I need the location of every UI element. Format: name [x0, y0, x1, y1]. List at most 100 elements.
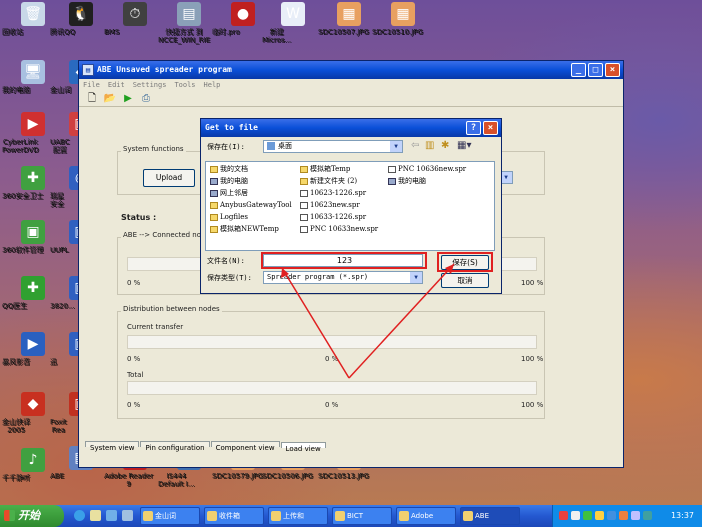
- total-pct-max: 100 %: [521, 401, 544, 409]
- tray-app-icon[interactable]: [607, 511, 616, 520]
- open-icon[interactable]: 📂: [103, 92, 117, 106]
- file-list-item[interactable]: PNC 10636new.spr: [388, 165, 466, 174]
- total-bar: [127, 381, 537, 395]
- dialog-titlebar[interactable]: Get to file ? ×: [201, 119, 501, 137]
- desktop-icon-label: SDC10507.JPG: [318, 28, 369, 36]
- print-icon[interactable]: ⎙: [139, 92, 153, 106]
- cancel-button[interactable]: 取消: [441, 273, 489, 288]
- desktop-icon[interactable]: 🐧 腾讯QQ: [50, 2, 112, 36]
- tab-pin-configuration[interactable]: Pin configuration: [140, 441, 210, 452]
- quicklaunch-ie-icon[interactable]: [74, 510, 85, 521]
- dialog-close-button[interactable]: ×: [483, 121, 498, 135]
- desktop-icon-label: 3820...: [50, 302, 75, 310]
- file-list-item[interactable]: AnybusGatewayTool: [210, 201, 292, 210]
- filetype-select[interactable]: Spreader program (*.spr) ▼: [263, 271, 423, 284]
- taskbar-button[interactable]: 金山词: [140, 507, 200, 525]
- menu-settings[interactable]: Settings: [133, 79, 167, 91]
- file-name: 模拟箱Temp: [310, 165, 351, 173]
- file-list-item[interactable]: Logfiles: [210, 213, 248, 222]
- desktop-icon-label: BMS: [104, 28, 120, 36]
- tab-system-view[interactable]: System view: [85, 441, 140, 452]
- menu-tools[interactable]: Tools: [174, 79, 195, 91]
- filetype-label: 保存类型(T):: [207, 274, 252, 282]
- file-list-item[interactable]: 新建文件夹 (2): [300, 177, 357, 186]
- taskbar-button-label: 上传和: [283, 512, 304, 520]
- file-list-item[interactable]: PNC 10633new.spr: [300, 225, 378, 234]
- taskbar-button[interactable]: BICT: [332, 507, 392, 525]
- save-in-combo[interactable]: 桌面 ▼: [263, 140, 403, 153]
- taskbar-button[interactable]: ABE: [460, 507, 520, 525]
- file-list-item[interactable]: 模拟箱Temp: [300, 165, 350, 174]
- new-folder-icon[interactable]: ✱: [441, 140, 449, 151]
- total-label: Total: [127, 371, 144, 379]
- get-to-file-dialog: Get to file ? × 保存在(I): 桌面 ▼ ⇦ ▥ ✱ ▦▾ 我的…: [200, 118, 502, 294]
- tray-update-icon[interactable]: [619, 511, 628, 520]
- desktop-shortcut-icon: ▶: [21, 332, 45, 356]
- file-list-item[interactable]: 我的文档: [210, 165, 248, 174]
- upload-button[interactable]: Upload: [143, 169, 195, 187]
- desktop-shortcut-icon: ▶: [21, 112, 45, 136]
- start-button[interactable]: 开始: [0, 505, 64, 527]
- task-app-icon: [335, 511, 345, 521]
- desktop-icon-label: QQ医生: [2, 302, 28, 310]
- tray-qq-icon[interactable]: [595, 511, 604, 520]
- folder-icon: [210, 166, 218, 173]
- desktop-icon[interactable]: W 新建 Micros...: [262, 2, 324, 44]
- file-list-item[interactable]: 10633-1226.spr: [300, 213, 366, 222]
- file-list-item[interactable]: 10623-1226.spr: [300, 189, 366, 198]
- task-app-icon: [399, 511, 409, 521]
- minimize-button[interactable]: _: [571, 63, 586, 77]
- file-icon: [388, 166, 396, 173]
- file-name: Logfiles: [220, 213, 248, 221]
- desktop-icon-label: UABC 配置: [50, 138, 70, 154]
- desktop-shortcut-icon: 🖥: [21, 60, 45, 84]
- menu-file[interactable]: File: [83, 79, 100, 91]
- quicklaunch-media-icon[interactable]: [106, 510, 117, 521]
- tray-lang-icon[interactable]: [643, 511, 652, 520]
- close-button[interactable]: ×: [605, 63, 620, 77]
- tab-load-view[interactable]: Load view: [280, 442, 326, 453]
- tray-misc-icon[interactable]: [631, 511, 640, 520]
- desktop-icon-label: 瑞星 安全: [50, 192, 64, 208]
- desktop-shortcut-icon: ▤: [177, 2, 201, 26]
- taskbar-button[interactable]: 上传和: [268, 507, 328, 525]
- desktop-icon-label: SDC10513.JPG: [318, 472, 369, 480]
- up-folder-icon[interactable]: ▥: [425, 140, 434, 151]
- file-list-item[interactable]: 网上邻居: [210, 189, 248, 198]
- quicklaunch-desktop-icon[interactable]: [90, 510, 101, 521]
- file-list: 我的文档我的电脑网上邻居 AnybusGatewayTool Logfiles 模拟箱…: [205, 161, 495, 251]
- desktop-icon[interactable]: ▦ SDC10507.JPG: [318, 2, 380, 36]
- current-pct-mid: 0 %: [325, 355, 339, 363]
- file-list-item[interactable]: 10623new.spr: [300, 201, 360, 210]
- window-titlebar[interactable]: ▤ ABE Unsaved spreader program _ □ ×: [79, 61, 623, 79]
- file-list-item[interactable]: 我的电脑: [210, 177, 248, 186]
- help-button[interactable]: ?: [466, 121, 481, 135]
- desktop-icon[interactable]: ⏱ BMS: [104, 2, 166, 36]
- file-list-item[interactable]: 我的电脑: [388, 177, 426, 186]
- run-icon[interactable]: ▶: [121, 92, 135, 106]
- back-icon[interactable]: ⇦: [411, 140, 419, 151]
- menu-help[interactable]: Help: [204, 79, 221, 91]
- file-icon: [300, 226, 308, 233]
- tray-volume-icon[interactable]: [571, 511, 580, 520]
- menu-edit[interactable]: Edit: [108, 79, 125, 91]
- desktop-icon[interactable]: ▦ SDC10510.JPG: [372, 2, 434, 36]
- computer-icon: [388, 178, 396, 185]
- desktop-folder-icon: [267, 142, 275, 150]
- maximize-button[interactable]: □: [588, 63, 603, 77]
- desktop-shortcut-icon: ♪: [21, 448, 45, 472]
- taskbar-button[interactable]: 收件箱: [204, 507, 264, 525]
- new-icon[interactable]: 🗋: [85, 92, 99, 106]
- tray-network-icon[interactable]: [559, 511, 568, 520]
- file-list-item[interactable]: 模拟箱NEWTemp: [210, 225, 279, 234]
- quicklaunch-extra-icon[interactable]: [122, 510, 133, 521]
- view-menu-icon[interactable]: ▦▾: [457, 140, 471, 151]
- tray-shield-icon[interactable]: [583, 511, 592, 520]
- clock: 13:37: [670, 511, 694, 520]
- file-icon: [300, 214, 308, 221]
- taskbar-button-label: ABE: [475, 512, 490, 520]
- current-transfer-bar: [127, 335, 537, 349]
- tab-component-view[interactable]: Component view: [210, 441, 280, 452]
- taskbar-button[interactable]: Adobe: [396, 507, 456, 525]
- desktop-icon[interactable]: ▤ 快捷方式 到 NCCE_WIN_RIE: [158, 2, 220, 44]
